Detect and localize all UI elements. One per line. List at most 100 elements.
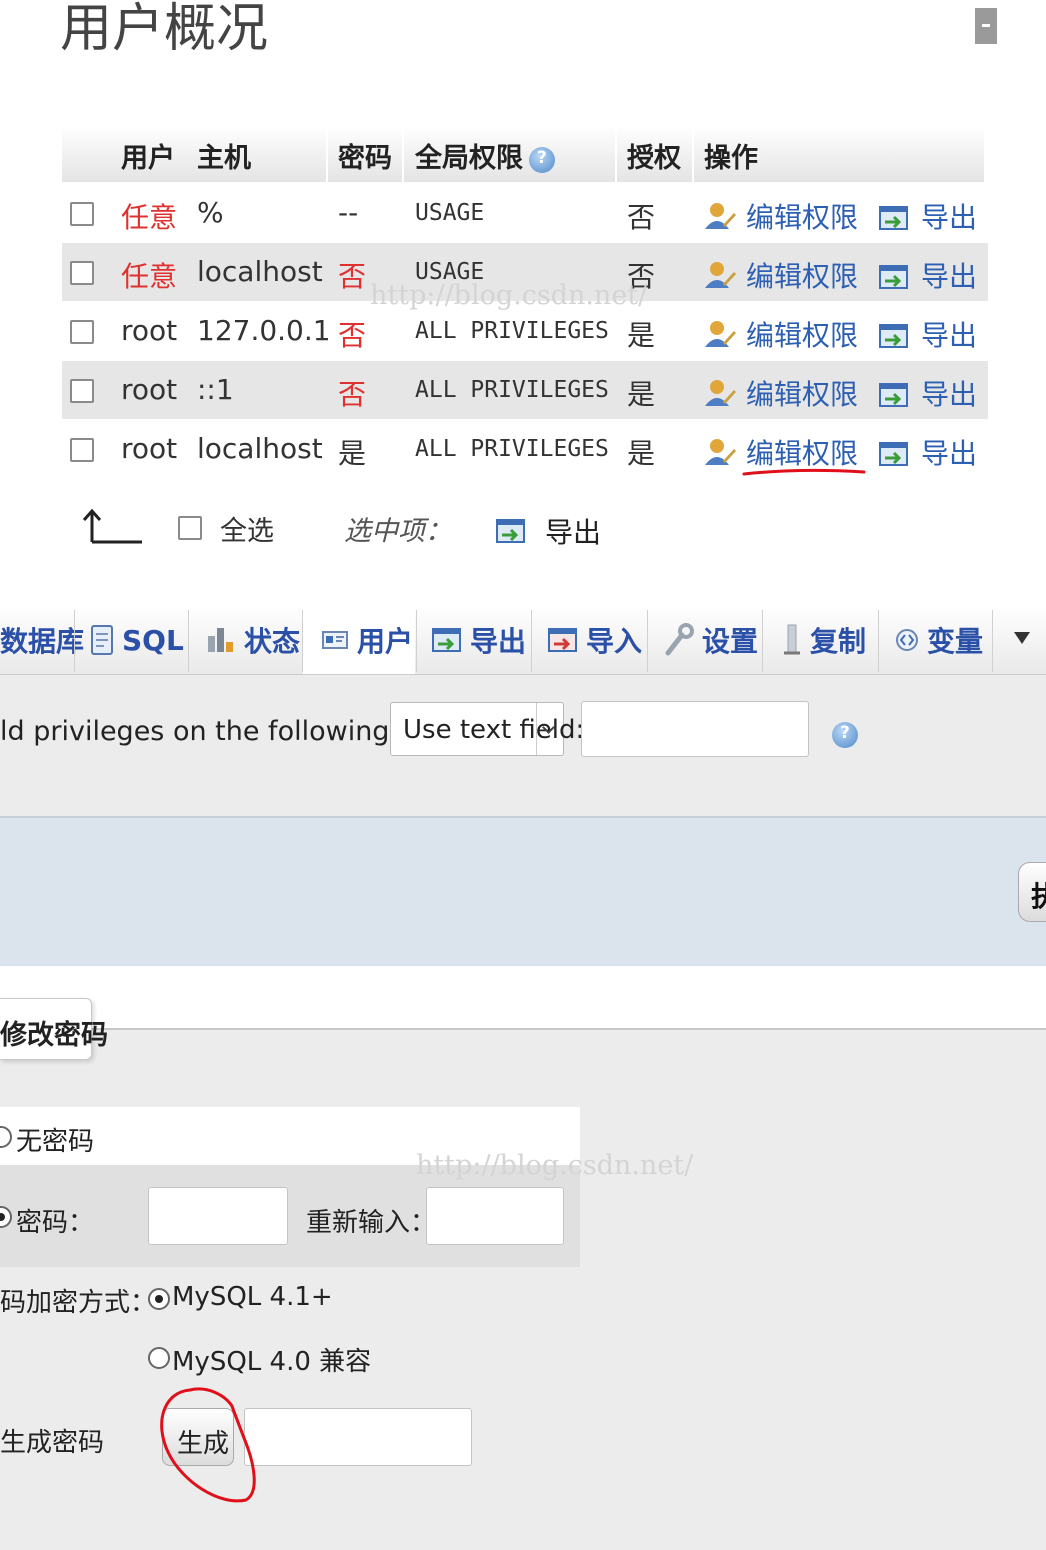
edit-privileges-link[interactable]: 编辑权限	[746, 255, 858, 295]
users-icon	[322, 631, 348, 649]
row-checkbox[interactable]	[70, 379, 94, 403]
edit-user-icon	[705, 321, 736, 347]
tab-label: 设置	[702, 625, 759, 658]
import-icon	[548, 628, 577, 652]
password-cell: 是	[338, 437, 367, 470]
row-checkbox[interactable]	[70, 261, 94, 285]
grant-cell: 是	[627, 437, 656, 470]
tab-sql[interactable]: SQL	[90, 606, 188, 674]
column-header-user[interactable]: 用户	[121, 136, 175, 175]
execute-button-label: 执	[1031, 880, 1046, 913]
fieldset-footer	[0, 816, 1046, 968]
help-icon[interactable]	[832, 722, 858, 748]
edit-user-icon	[705, 439, 736, 465]
fieldset-border	[92, 1028, 1046, 1030]
edit-privileges-link[interactable]: 编辑权限	[746, 196, 858, 236]
export-link[interactable]: 导出	[921, 314, 977, 354]
more-tabs-icon[interactable]	[1012, 630, 1032, 646]
tab-divider	[74, 610, 75, 672]
column-header-password[interactable]: 密码	[338, 136, 392, 175]
help-icon[interactable]	[529, 146, 555, 173]
tab-import[interactable]: 导入	[548, 606, 646, 674]
generate-password-label: 生成密码	[0, 1428, 105, 1458]
variables-icon	[896, 629, 918, 651]
replication-icon	[784, 624, 800, 655]
edit-user-icon	[705, 380, 736, 406]
export-link[interactable]: 导出	[921, 432, 977, 472]
section-title: 修改密码	[0, 1020, 108, 1051]
privileges-cell: ALL PRIVILEGES	[415, 436, 609, 462]
tab-status[interactable]: 状态	[204, 606, 302, 674]
fieldset-legend: 修改密码	[0, 998, 108, 1060]
password-cell: 否	[338, 319, 367, 352]
header-divider	[615, 126, 617, 182]
annotation-circle	[160, 1387, 256, 1503]
database-select[interactable]: Use text field:	[390, 702, 584, 756]
privileges-cell: ALL PRIVILEGES	[415, 318, 609, 344]
export-link[interactable]: 导出	[921, 373, 977, 413]
edit-privileges-link[interactable]: 编辑权限	[746, 373, 858, 413]
header-divider	[692, 126, 694, 182]
select-all-label[interactable]: 全选	[220, 509, 274, 548]
export-icon	[879, 442, 908, 466]
tab-replication[interactable]: 复制	[782, 606, 878, 674]
tab-label: SQL	[122, 623, 184, 657]
host-cell: ::1	[197, 373, 234, 406]
user-cell: 任意	[121, 260, 178, 293]
retype-password-input[interactable]	[426, 1187, 564, 1245]
export-link[interactable]: 导出	[921, 255, 977, 295]
retype-label: 重新输入：	[306, 1208, 437, 1238]
collapse-button[interactable]	[975, 8, 997, 44]
bulk-export-button[interactable]: 导出	[545, 511, 601, 551]
execute-button[interactable]: 执	[1018, 862, 1046, 922]
tab-databases[interactable]: 数据库	[0, 606, 84, 674]
watermark-text: http://blog.csdn.net/	[416, 1150, 694, 1181]
tab-settings[interactable]: 设置	[664, 606, 760, 674]
export-icon	[879, 265, 908, 289]
tab-divider	[762, 610, 763, 672]
tab-label: 数据库	[0, 625, 85, 658]
column-header-label: 全局权限	[415, 143, 523, 174]
tab-divider	[878, 610, 879, 672]
header-divider	[402, 126, 404, 182]
grant-cell: 是	[627, 378, 656, 411]
password-cell: --	[338, 196, 359, 229]
password-input[interactable]	[148, 1187, 288, 1245]
row-checkbox[interactable]	[70, 202, 94, 226]
page-title: 用户概况	[60, 0, 269, 59]
column-header-grant[interactable]: 授权	[627, 136, 681, 175]
hash-mysql40-label: MySQL 4.0 兼容	[172, 1347, 372, 1377]
generated-password-input[interactable]	[244, 1408, 472, 1466]
grant-cell: 是	[627, 319, 656, 352]
host-cell: localhost	[197, 432, 323, 465]
tab-export[interactable]: 导出	[432, 606, 530, 674]
password-cell: 否	[338, 260, 367, 293]
row-checkbox[interactable]	[70, 438, 94, 462]
tab-label: 用户	[357, 625, 414, 658]
tab-variables[interactable]: 变量	[895, 606, 985, 674]
fieldset-spacer	[0, 966, 1046, 1028]
tab-label: 变量	[927, 625, 984, 658]
tab-divider	[416, 610, 417, 672]
export-link[interactable]: 导出	[921, 196, 977, 236]
database-name-input[interactable]	[581, 701, 809, 757]
hash-mysql40-radio[interactable]	[148, 1347, 170, 1369]
hash-mysql41-radio[interactable]	[148, 1288, 170, 1310]
host-cell: localhost	[197, 255, 323, 288]
edit-privileges-link[interactable]: 编辑权限	[746, 314, 858, 354]
hash-mysql41-label: MySQL 4.1+	[172, 1282, 333, 1312]
row-checkbox[interactable]	[70, 320, 94, 344]
sql-icon	[91, 625, 113, 655]
user-cell: root	[121, 373, 178, 406]
edit-user-icon	[705, 262, 736, 288]
export-icon	[496, 519, 525, 543]
tab-label: 导出	[470, 625, 527, 658]
privileges-cell: ALL PRIVILEGES	[415, 377, 609, 403]
select-all-checkbox[interactable]	[178, 516, 202, 540]
password-label: 密码：	[16, 1208, 95, 1238]
export-icon	[879, 383, 908, 407]
select-arrow-icon	[82, 508, 142, 544]
tab-users[interactable]: 用户	[303, 606, 415, 674]
column-header-host[interactable]: 主机	[197, 136, 251, 175]
user-cell: root	[121, 314, 178, 347]
